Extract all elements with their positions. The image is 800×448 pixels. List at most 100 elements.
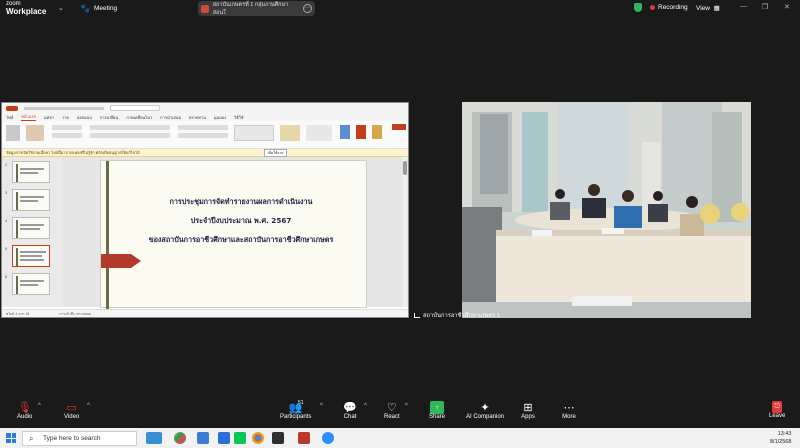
participant-nametag: สถาบันการอาชีวศึกษาเกษตร 1: [414, 310, 500, 320]
meeting-tab[interactable]: 🐾 Meeting: [80, 4, 117, 13]
restore-icon[interactable]: ❐: [762, 3, 768, 11]
pp-filename: [24, 106, 104, 110]
video-label: Video: [64, 414, 80, 420]
system-clock[interactable]: 13:43 8/1/2568: [770, 430, 791, 446]
slide-thumbnails: 2 3 4 5 6: [2, 157, 62, 307]
thumb-number: 4: [5, 218, 8, 223]
share-screen-icon: ↑: [430, 401, 444, 414]
meeting-label: Meeting: [93, 5, 118, 12]
clock-date: 8/1/2568: [770, 439, 792, 445]
ai-companion-button[interactable]: ✦ AI Companion: [466, 401, 504, 420]
audio-options-caret[interactable]: ^: [38, 403, 41, 409]
participants-button[interactable]: 👥 51 Participants: [280, 400, 312, 420]
chat-options-caret[interactable]: ^: [364, 403, 367, 409]
mic-muted-icon: 🎙: [17, 402, 32, 414]
video-button[interactable]: ▭ Video: [64, 401, 79, 420]
video-options-caret[interactable]: ^: [87, 403, 90, 409]
filezilla-icon[interactable]: [298, 432, 310, 444]
security-shield-icon[interactable]: [634, 3, 642, 12]
more-icon: ⋯: [563, 402, 575, 414]
participants-label: Participants: [280, 414, 312, 420]
pp-menu-view: มุมมอง: [213, 114, 227, 120]
logo-line2: Workplace: [6, 7, 47, 16]
apps-label: Apps: [521, 414, 535, 420]
chrome-icon[interactable]: [252, 432, 264, 444]
pp-menu-home: หน้าแรก: [21, 114, 37, 121]
pp-statusbar: สไลด์ 4 จาก 19 การเข้าถึง: ตรวจสอบ: [2, 309, 408, 317]
more-icon[interactable]: ···: [303, 4, 312, 13]
shared-screen-pill[interactable]: สถาบันเกษตรที่ 1 กลุ่มงานศึกษา สอนใ ···: [198, 1, 315, 16]
recording-label: Recording: [658, 4, 688, 11]
status-accessibility: การเข้าถึง: ตรวจสอบ: [59, 311, 92, 316]
powerpoint-icon: [201, 4, 209, 13]
leave-button[interactable]: ⎋ Leave: [769, 401, 785, 419]
thumb-number: 6: [5, 274, 8, 279]
sparkle-icon: ✦: [480, 402, 490, 414]
chat-button[interactable]: 💬 Chat: [343, 401, 357, 420]
more-label: More: [562, 414, 576, 420]
pp-ribbon: [2, 121, 408, 149]
react-button[interactable]: ♡ React: [384, 401, 400, 420]
chat-label: Chat: [343, 414, 357, 420]
enable-editing-button: เปิดใช้งาน: [263, 148, 288, 157]
pp-menubar: ไฟล์ หน้าแรก แทรก วาด ออกแบบ การเปลี่ยน …: [2, 113, 408, 121]
view-label: View: [696, 5, 710, 12]
taskbar-search-input[interactable]: ⌕ Type here to search: [22, 431, 137, 446]
autosave-toggle: [6, 105, 18, 111]
pp-menu-file: ไฟล์: [6, 114, 14, 120]
ai-companion-label: AI Companion: [466, 414, 505, 420]
pp-menu-help: วิธีใช้: [234, 114, 244, 120]
windows-taskbar: ⌕ Type here to search 13:43 8/1/2568: [0, 428, 800, 448]
pp-menu-design: ออกแบบ: [76, 114, 92, 120]
slide-accent-bar: [106, 161, 109, 309]
thumb-number: 3: [5, 190, 8, 195]
slide-thumb: 3: [5, 189, 50, 211]
search-icon: ⌕: [29, 434, 34, 443]
react-label: React: [384, 414, 400, 420]
zoom-app-icon[interactable]: [322, 432, 334, 444]
windows-start-icon[interactable]: [6, 433, 16, 443]
signal-icon: [414, 312, 420, 318]
store-icon[interactable]: [218, 432, 230, 444]
react-options-caret[interactable]: ^: [405, 403, 408, 409]
grid-icon: ▦: [711, 5, 720, 12]
line-app-icon[interactable]: [234, 432, 246, 444]
current-slide: การประชุมการจัดทำรายงานผลการดำเนินงาน ปร…: [100, 160, 367, 309]
search-placeholder: Type here to search: [43, 435, 101, 442]
close-icon[interactable]: ✕: [784, 3, 790, 11]
chevron-down-icon[interactable]: ⌄: [58, 4, 64, 12]
zoom-titlebar: zoom Workplace ⌄ 🐾 Meeting สถาบันเกษตรที…: [0, 0, 800, 17]
pp-menu-transitions: การเปลี่ยน: [99, 114, 119, 120]
file-explorer-icon[interactable]: [197, 432, 209, 444]
shared-screen: ไฟล์ หน้าแรก แทรก วาด ออกแบบ การเปลี่ยน …: [1, 102, 409, 318]
pp-menu-slideshow: การนำเสนอ: [160, 114, 181, 120]
pp-protected-view-bar: ข้อมูลการเปิดใช้งานเนื้อหา ไฟล์นี้มาจากแ…: [2, 148, 408, 157]
leave-label: Leave: [769, 413, 786, 419]
participants-options-caret[interactable]: ^: [320, 403, 323, 409]
terminal-icon[interactable]: [272, 432, 284, 444]
zoom-workplace-logo: zoom Workplace: [6, 1, 47, 16]
leave-icon: ⎋: [772, 401, 783, 413]
view-menu[interactable]: View ▦: [696, 4, 720, 12]
thumb-number: 5: [5, 246, 8, 251]
recording-indicator[interactable]: Recording: [650, 4, 688, 11]
pp-search: [110, 105, 160, 111]
audio-button[interactable]: 🎙 Audio: [17, 401, 32, 420]
copilot-icon[interactable]: [174, 432, 186, 444]
slide-title-line3: ของสถาบันการอาชีวศึกษาและสถาบันการอาชีวศ…: [148, 235, 334, 244]
slide-thumb: 4: [5, 217, 50, 239]
minimize-icon[interactable]: —: [740, 3, 747, 10]
slide-thumb: 6: [5, 273, 50, 295]
share-button[interactable]: ↑ Share: [429, 401, 445, 420]
camera-off-icon: ▭: [66, 402, 77, 414]
news-widget-icon[interactable]: [146, 432, 162, 444]
participant-video[interactable]: [462, 102, 751, 318]
pp-scrollbar: [403, 157, 407, 307]
more-button[interactable]: ⋯ More: [562, 401, 576, 420]
chat-icon: 💬: [343, 402, 357, 414]
apps-button[interactable]: ⊞ Apps: [521, 401, 535, 420]
pp-titlebar: [2, 103, 408, 113]
participants-count: 51: [298, 400, 304, 406]
slide-title-line1: การประชุมการจัดทำรายงานผลการดำเนินงาน: [169, 197, 313, 206]
clock-time: 13:43: [777, 431, 792, 437]
